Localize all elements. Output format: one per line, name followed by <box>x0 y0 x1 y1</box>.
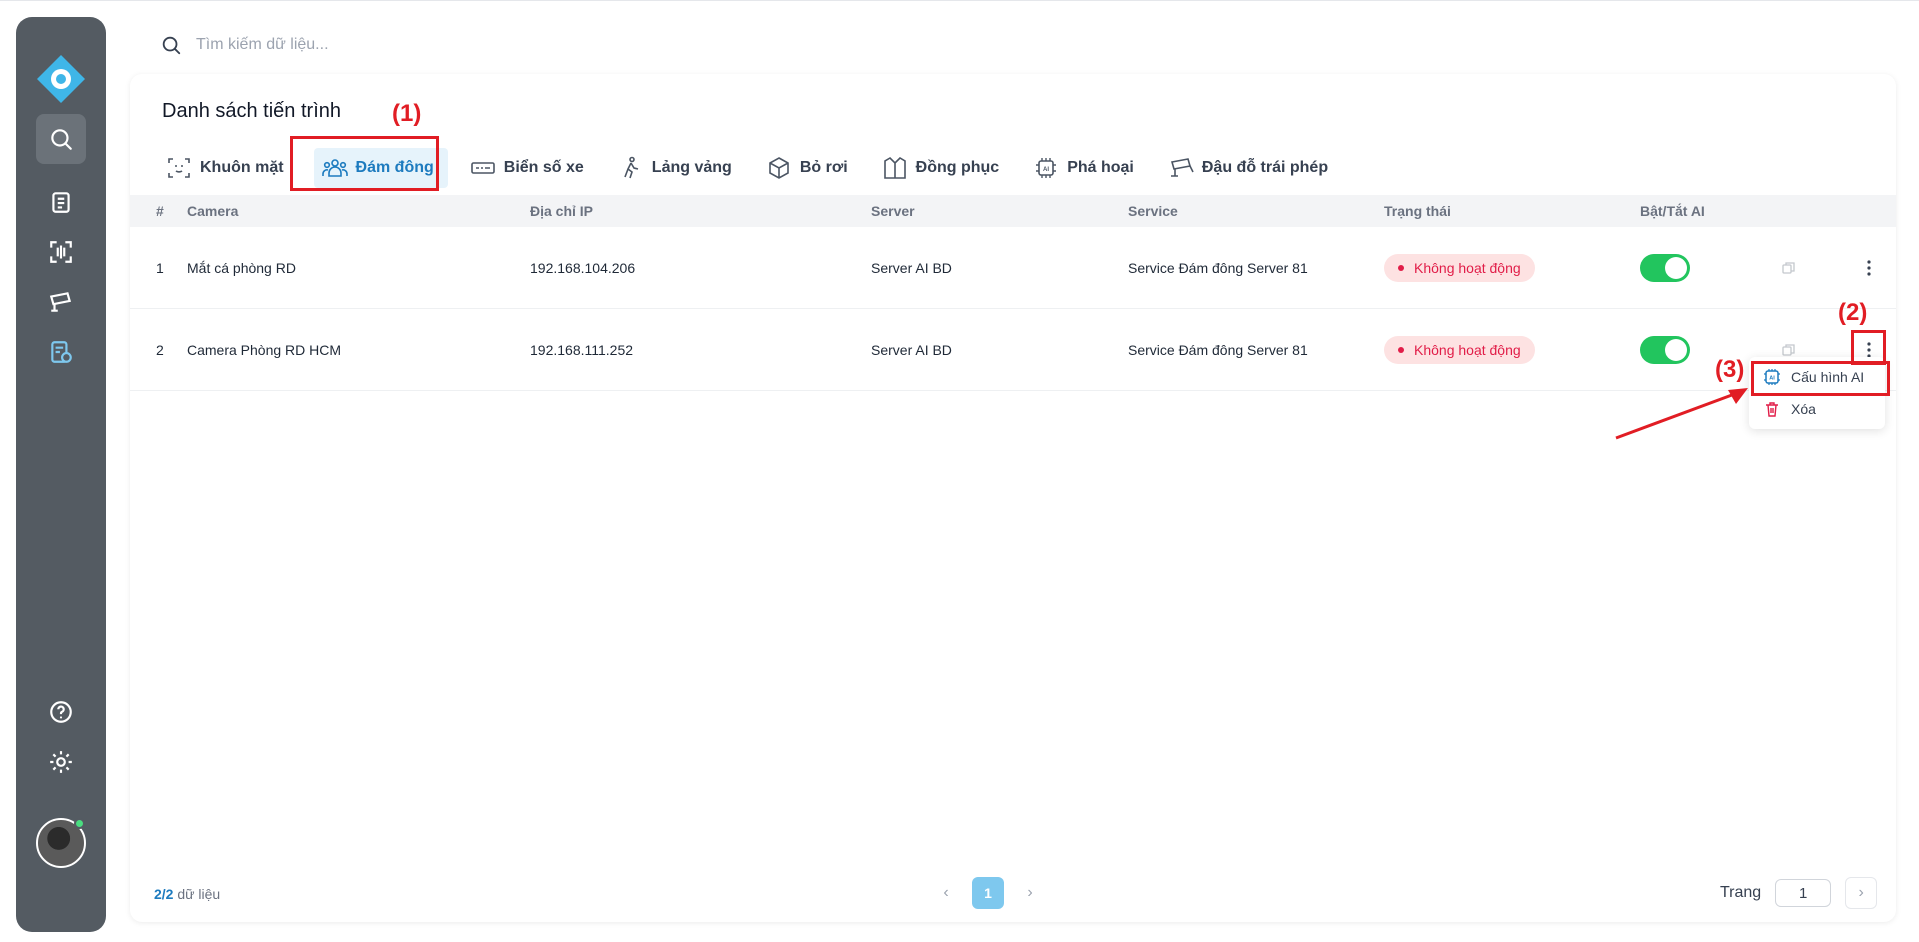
ai-toggle[interactable] <box>1640 335 1690 364</box>
status-badge: Không hoạt động <box>1384 335 1535 364</box>
sidebar-report-button[interactable] <box>36 327 86 377</box>
process-list-panel: Danh sách tiến trình Khuôn mặt Đám đông … <box>130 74 1896 922</box>
prev-page-icon[interactable]: ‹ <box>930 884 962 902</box>
next-page-icon[interactable]: › <box>1014 884 1046 902</box>
record-count-suffix: dữ liệu <box>173 886 221 902</box>
header-server[interactable]: Server <box>871 203 915 219</box>
record-count-current: 2 <box>154 886 162 902</box>
tab-label: Bỏ rơi <box>799 159 848 176</box>
gear-icon <box>50 751 72 773</box>
uniform-icon <box>883 156 906 179</box>
annotation-arrow-icon <box>1615 388 1748 440</box>
search-bar <box>160 30 760 60</box>
face-scan-icon <box>50 241 72 263</box>
table-header: # Camera Địa chỉ IP Server Service Trạng… <box>130 195 1896 227</box>
tab-abandoned[interactable]: Bỏ rơi <box>762 148 860 188</box>
header-service[interactable]: Service <box>1128 203 1178 219</box>
report-clock-icon <box>51 341 72 363</box>
row-service: Service Đám đông Server 81 <box>1128 259 1308 276</box>
more-options-button[interactable] <box>1859 258 1879 278</box>
tab-label: Biển số xe <box>503 159 584 176</box>
license-plate-icon <box>470 162 495 174</box>
annotation-box-2 <box>1851 330 1886 365</box>
sidebar-search-button[interactable] <box>36 114 86 164</box>
tab-uniform[interactable]: Đồng phục <box>878 148 1012 188</box>
row-camera: Mắt cá phòng RD <box>187 259 296 276</box>
row-index: 1 <box>156 259 164 276</box>
clipboard-icon <box>52 192 70 213</box>
search-input[interactable] <box>196 36 696 54</box>
tab-label: Đậu đỗ trái phép <box>1201 159 1329 176</box>
tab-vandalism[interactable]: AI Phá hoại <box>1029 148 1146 188</box>
search-icon <box>51 129 72 150</box>
goto-page: Trang › <box>1720 877 1878 909</box>
tab-face[interactable]: Khuôn mặt <box>162 148 296 188</box>
record-count: 2/2 dữ liệu <box>154 886 220 902</box>
row-index: 2 <box>156 341 164 358</box>
goto-next-button[interactable]: › <box>1845 877 1878 909</box>
trash-icon <box>1766 402 1778 417</box>
table-row: 1 Mắt cá phòng RD 192.168.104.206 Server… <box>130 227 1896 309</box>
ai-chip-icon: AI <box>1036 158 1057 178</box>
tab-license-plate[interactable]: Biển số xe <box>466 148 596 188</box>
annotation-box-1 <box>290 136 439 191</box>
row-camera: Camera Phòng RD HCM <box>187 341 342 358</box>
cctv-icon <box>49 292 72 312</box>
pagination: ‹ 1 › <box>930 877 1046 909</box>
online-status-dot <box>74 818 85 829</box>
kebab-icon <box>1867 259 1871 276</box>
copy-icon[interactable] <box>1782 343 1796 357</box>
row-service: Service Đám đông Server 81 <box>1128 341 1308 358</box>
sidebar-face-scan-button[interactable] <box>36 227 86 277</box>
box-icon <box>769 157 789 179</box>
ai-toggle[interactable] <box>1640 253 1690 282</box>
status-badge: Không hoạt động <box>1384 253 1535 282</box>
page-title: Danh sách tiến trình <box>162 100 341 122</box>
tab-label: Lảng vảng <box>651 159 732 176</box>
goto-page-input[interactable] <box>1775 879 1832 907</box>
annotation-label-1: (1) <box>392 100 422 127</box>
header-ai-toggle: Bật/Tắt AI <box>1640 203 1705 219</box>
header-ip[interactable]: Địa chỉ IP <box>530 203 593 219</box>
tab-label: Khuôn mặt <box>200 159 284 176</box>
logo-icon[interactable] <box>35 53 87 105</box>
menu-item-label: Xóa <box>1791 401 1816 417</box>
menu-item-delete[interactable]: Xóa <box>1749 393 1885 425</box>
row-ip: 192.168.111.252 <box>530 341 634 358</box>
sidebar-list-button[interactable] <box>36 177 86 227</box>
face-scan-icon <box>168 158 190 178</box>
sidebar-camera-button[interactable] <box>36 277 86 327</box>
tab-label: Đồng phục <box>915 159 1000 176</box>
row-server: Server AI BD <box>871 259 952 276</box>
table-row: 2 Camera Phòng RD HCM 192.168.111.252 Se… <box>130 309 1896 391</box>
header-index: # <box>156 203 164 219</box>
header-status[interactable]: Trạng thái <box>1384 203 1451 219</box>
copy-icon[interactable] <box>1782 261 1796 275</box>
goto-label: Trang <box>1720 884 1762 901</box>
cctv-icon <box>1170 158 1194 177</box>
help-icon <box>50 701 72 723</box>
tab-label: Phá hoại <box>1067 159 1134 176</box>
annotation-label-2: (2) <box>1838 299 1868 326</box>
tab-illegal-parking[interactable]: Đậu đỗ trái phép <box>1164 148 1340 188</box>
sidebar-settings-button[interactable] <box>36 737 86 787</box>
top-divider <box>0 0 1919 1</box>
record-count-total: /2 <box>161 886 174 902</box>
tab-loitering[interactable]: Lảng vảng <box>614 148 744 188</box>
row-ip: 192.168.104.206 <box>530 259 636 276</box>
search-icon <box>162 36 181 55</box>
sidebar <box>16 17 106 932</box>
walking-icon <box>624 156 638 179</box>
header-camera[interactable]: Camera <box>187 203 238 219</box>
row-server: Server AI BD <box>871 341 952 358</box>
annotation-box-3 <box>1751 361 1890 396</box>
page-button-current[interactable]: 1 <box>972 877 1004 909</box>
svg-text:AI: AI <box>1043 167 1049 173</box>
sidebar-help-button[interactable] <box>36 687 86 737</box>
